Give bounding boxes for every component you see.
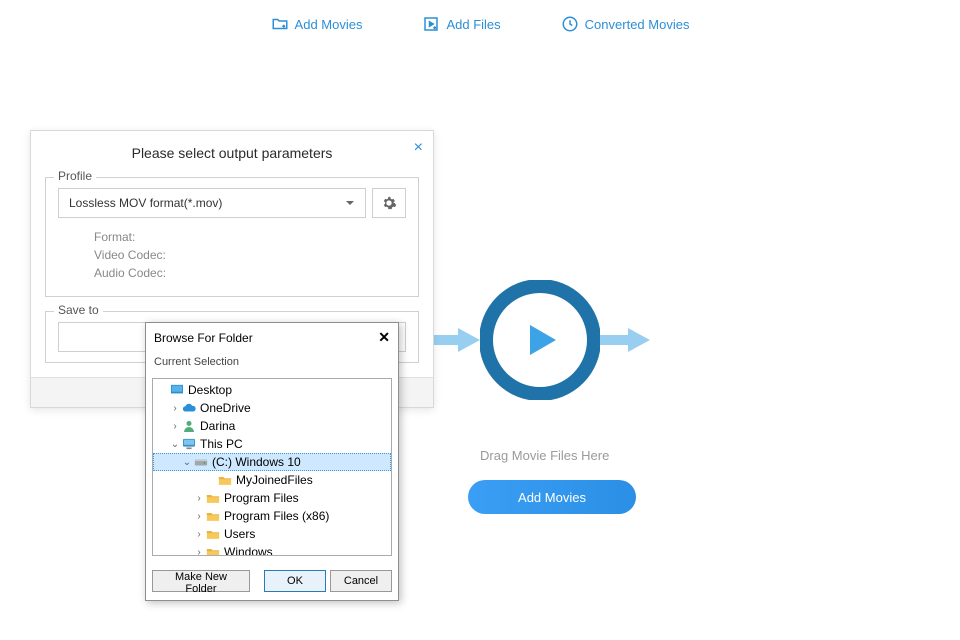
profile-settings-button[interactable] [372, 188, 406, 218]
profile-fieldset: Profile Lossless MOV format(*.mov) Forma… [45, 177, 419, 297]
expander-icon[interactable]: ⌄ [181, 457, 193, 468]
close-icon[interactable]: × [414, 139, 423, 157]
browse-title: Browse For Folder [154, 331, 253, 345]
tree-item[interactable]: MyJoinedFiles [153, 471, 391, 489]
tree-item-label: MyJoinedFiles [236, 473, 313, 487]
tree-item[interactable]: ⌄ This PC [153, 435, 391, 453]
audio-codec-label: Audio Codec: [94, 266, 406, 280]
tree-item[interactable]: › Users [153, 525, 391, 543]
tree-item[interactable]: ⌄ (C:) Windows 10 [153, 453, 391, 471]
add-movies-label: Add Movies [295, 17, 363, 32]
tree-item-label: Program Files [224, 491, 299, 505]
add-files-icon [422, 15, 440, 33]
expander-icon[interactable]: ⌄ [169, 439, 181, 450]
profile-dropdown[interactable]: Lossless MOV format(*.mov) [58, 188, 366, 218]
chevron-down-icon [345, 198, 355, 208]
saveto-legend: Save to [54, 303, 103, 317]
cloud-icon [181, 401, 197, 415]
play-logo-icon [480, 280, 600, 400]
top-toolbar: Add Movies Add Files Converted Movies [0, 0, 960, 40]
drag-hint-text: Drag Movie Files Here [480, 448, 609, 463]
make-new-folder-button[interactable]: Make New Folder [152, 570, 250, 592]
workflow-illustration [430, 280, 650, 400]
video-codec-label: Video Codec: [94, 248, 406, 262]
tree-item-label: Program Files (x86) [224, 509, 329, 523]
tree-item-label: (C:) Windows 10 [212, 455, 301, 469]
cancel-button[interactable]: Cancel [330, 570, 392, 592]
dialog-title: Please select output parameters [43, 145, 421, 161]
expander-icon[interactable]: › [193, 493, 205, 504]
browse-subtitle: Current Selection [146, 352, 398, 378]
tree-item-label: Darina [200, 419, 235, 433]
tree-item[interactable]: › Program Files [153, 489, 391, 507]
add-movies-folder-icon [271, 15, 289, 33]
folder-icon [217, 473, 233, 487]
add-movies-button[interactable]: Add Movies [468, 480, 636, 514]
expander-icon[interactable]: › [169, 403, 181, 414]
user-icon [181, 419, 197, 433]
add-movies-toolbar-button[interactable]: Add Movies [271, 15, 363, 33]
tree-item[interactable]: Desktop [153, 381, 391, 399]
close-icon[interactable]: ✕ [378, 329, 390, 346]
tree-item-label: Desktop [188, 383, 232, 397]
add-files-toolbar-button[interactable]: Add Files [422, 15, 500, 33]
tree-item-label: This PC [200, 437, 243, 451]
tree-item-label: Windows [224, 545, 273, 556]
tree-item-label: Users [224, 527, 255, 541]
pc-icon [181, 437, 197, 451]
expander-icon[interactable]: › [193, 547, 205, 557]
ok-button[interactable]: OK [264, 570, 326, 592]
folder-tree[interactable]: Desktop › OneDrive › Darina ⌄ This PC ⌄ (C:) Win… [152, 378, 392, 556]
expander-icon[interactable]: › [193, 511, 205, 522]
gear-icon [381, 195, 397, 211]
tree-item[interactable]: › Darina [153, 417, 391, 435]
expander-icon[interactable]: › [169, 421, 181, 432]
tree-item[interactable]: › Windows [153, 543, 391, 556]
arrow-right-icon [600, 325, 650, 355]
desktop-icon [169, 383, 185, 397]
folder-icon [205, 491, 221, 505]
profile-value: Lossless MOV format(*.mov) [69, 196, 222, 210]
folder-icon [205, 527, 221, 541]
folder-icon [205, 545, 221, 556]
profile-legend: Profile [54, 169, 96, 183]
converted-movies-toolbar-button[interactable]: Converted Movies [561, 15, 690, 33]
format-label: Format: [94, 230, 406, 244]
add-files-label: Add Files [446, 17, 500, 32]
converted-label: Converted Movies [585, 17, 690, 32]
folder-icon [205, 509, 221, 523]
tree-item-label: OneDrive [200, 401, 251, 415]
tree-item[interactable]: › Program Files (x86) [153, 507, 391, 525]
browse-folder-dialog: Browse For Folder ✕ Current Selection De… [145, 322, 399, 601]
expander-icon[interactable]: › [193, 529, 205, 540]
drive-icon [193, 455, 209, 469]
tree-item[interactable]: › OneDrive [153, 399, 391, 417]
converted-clock-icon [561, 15, 579, 33]
arrow-right-icon [430, 325, 480, 355]
